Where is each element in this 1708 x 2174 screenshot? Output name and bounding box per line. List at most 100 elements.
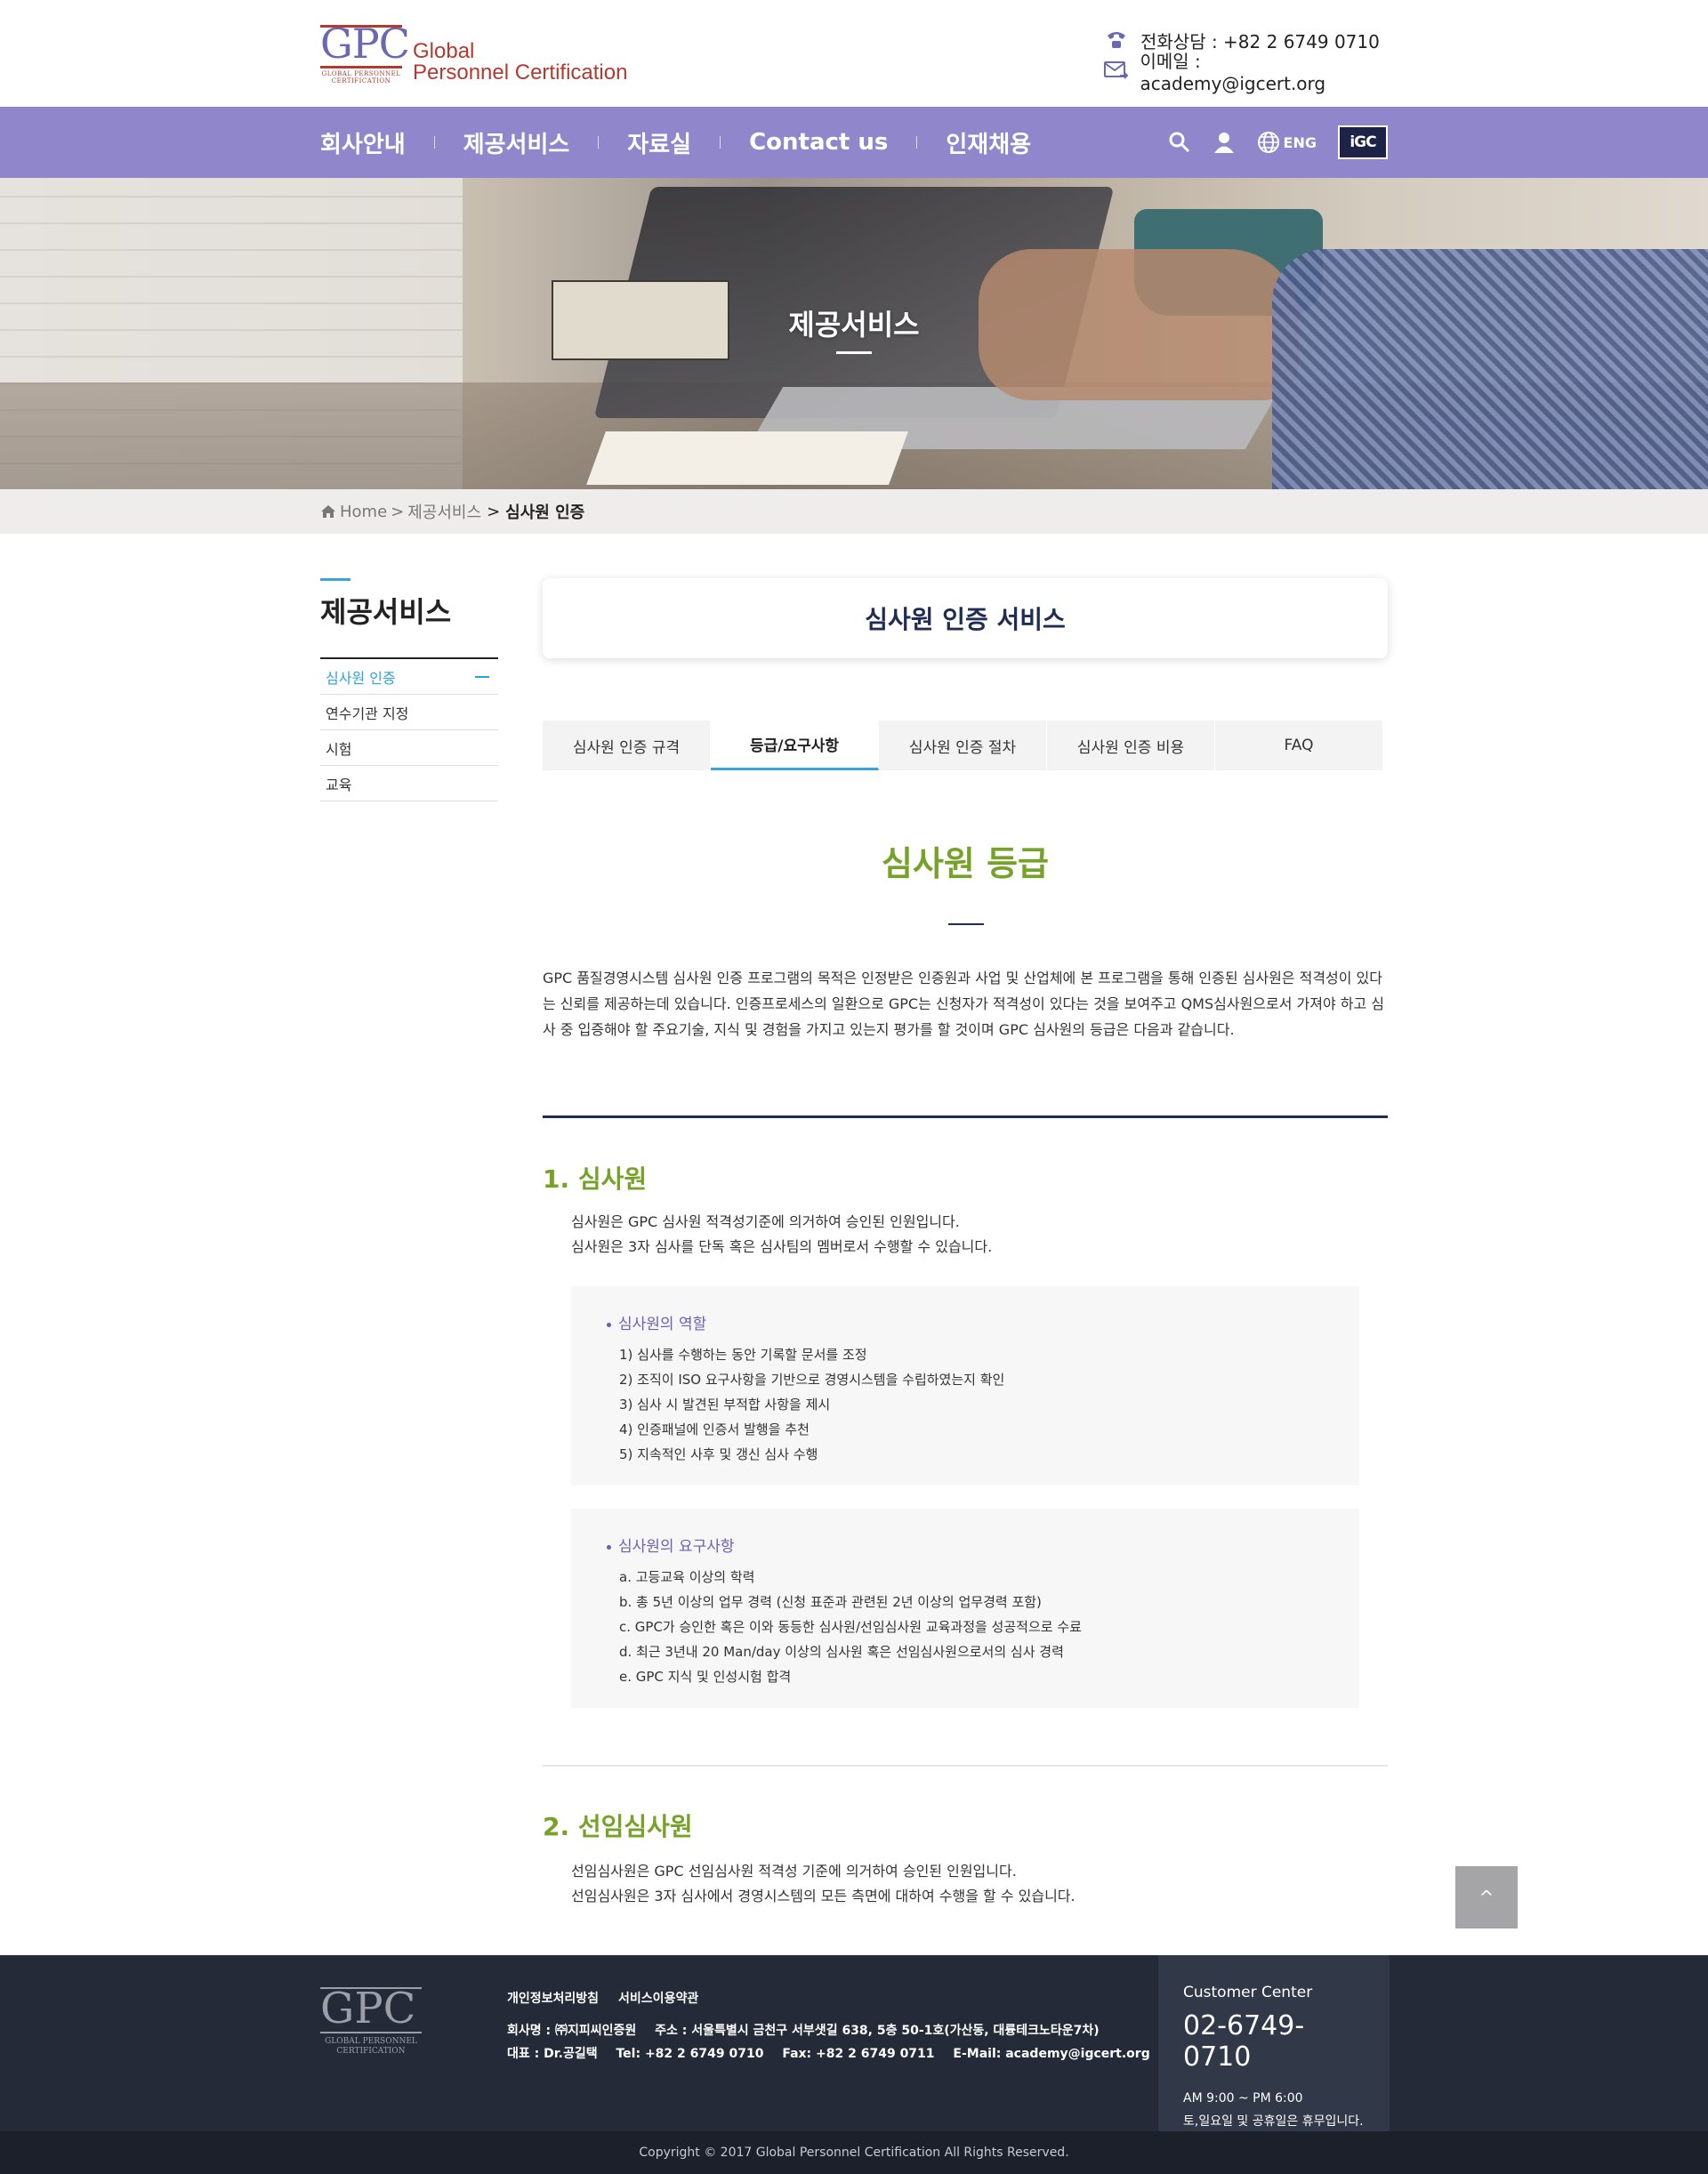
breadcrumb: Home > 제공서비스 > 심사원 인증 <box>0 489 1708 534</box>
logo-mark-text: GPC <box>320 20 410 68</box>
hero-sleeve <box>1272 249 1708 489</box>
home-icon[interactable] <box>320 504 336 519</box>
requirement-item: d. 최근 3년내 20 Man/day 이상의 심사원 혹은 선임심사원으로서… <box>619 1644 1064 1660</box>
footer-logo-sub: GLOBAL PERSONNEL CERTIFICATION <box>325 2037 417 2056</box>
site-logo[interactable]: GPC GLOBAL PERSONNEL CERTIFICATION Globa… <box>320 20 627 85</box>
sidebar-item-label: 시험 <box>326 740 352 758</box>
igc-logo-link[interactable]: iGC <box>1338 125 1388 159</box>
content-tabs: 심사원 인증 규격 등급/요구사항 심사원 인증 절차 심사원 인증 비용 FA… <box>543 721 1383 770</box>
breadcrumb-services[interactable]: 제공서비스 <box>407 500 481 523</box>
minus-icon <box>475 675 489 678</box>
logo-line-1: Global <box>413 39 475 63</box>
gpc-logo-mark: GPC GLOBAL PERSONNEL CERTIFICATION <box>320 20 410 85</box>
role-item: 5) 지속적인 사후 및 갱신 심사 수행 <box>619 1446 818 1462</box>
hours-line: 토,일요일 및 공휴일은 휴무입니다. <box>1183 2114 1364 2129</box>
language-label: ENG <box>1283 133 1317 151</box>
sidebar-item-auditor-certification[interactable]: 심사원 인증 <box>320 659 498 695</box>
email-text: 이메일 : academy@igcert.org <box>1140 50 1326 94</box>
sidebar-item-education[interactable]: 교육 <box>320 766 498 801</box>
customer-center-phone: 02-6749-0710 <box>1183 2010 1305 2073</box>
footer-company-info: 회사명 : ㈜지피씨인증원 주소 : 서울특별시 금천구 서부샛길 638, 5… <box>507 2019 1164 2065</box>
sidebar-item-label: 심사원 인증 <box>326 669 396 687</box>
bullet-icon <box>607 1322 611 1327</box>
customer-center-hours: AM 9:00 ~ PM 6:00 토,일요일 및 공휴일은 휴무입니다. <box>1183 2087 1365 2133</box>
nav-separator <box>433 136 435 149</box>
tab-procedure[interactable]: 심사원 인증 절차 <box>879 721 1047 770</box>
role-item: 4) 인증패널에 인증서 발행을 추천 <box>619 1421 810 1437</box>
tab-cost[interactable]: 심사원 인증 비용 <box>1047 721 1215 770</box>
search-icon[interactable] <box>1168 131 1191 154</box>
lead-auditor-desc-line: 선임심사원은 3자 심사에서 경영시스템의 모든 측면에 대하여 수행을 할 수… <box>571 1888 1076 1904</box>
sidebar-item-label: 교육 <box>326 776 352 793</box>
nav-item-services[interactable]: 제공서비스 <box>463 126 570 159</box>
sidebar-item-label: 연수기관 지정 <box>326 705 409 722</box>
section-title-underline <box>948 923 984 925</box>
requirement-item: b. 총 5년 이상의 업무 경력 (신청 표준과 관련된 2년 이상의 업무경… <box>619 1594 1042 1610</box>
footer-info-row: 대표 : Dr.공길택 Tel: +82 2 6749 0710 Fax: +8… <box>507 2042 1164 2065</box>
footer-logo[interactable]: GPC GLOBAL PERSONNEL CERTIFICATION <box>320 1987 422 2058</box>
contact-info: 전화상담 : +82 2 6749 0710 이메일 : academy@igc… <box>1103 25 1388 94</box>
nav-item-careers[interactable]: 인재채용 <box>946 126 1031 159</box>
hero-title: 제공서비스 <box>788 308 920 342</box>
footer-logo-rule-top <box>320 1987 422 1989</box>
breadcrumb-home[interactable]: Home <box>340 503 387 521</box>
footer-ceo: 대표 : Dr.공길택 <box>507 2047 598 2061</box>
page: GPC GLOBAL PERSONNEL CERTIFICATION Globa… <box>0 0 1708 2174</box>
sidebar-title: 제공서비스 <box>320 595 452 629</box>
logo-rule-bottom <box>320 66 402 68</box>
hero-banner: 제공서비스 <box>0 178 1708 489</box>
privacy-policy-link[interactable]: 개인정보처리방침 <box>507 1989 599 2007</box>
footer-logo-rule-bottom <box>320 2032 422 2033</box>
footer-logo-mark: GPC <box>320 1984 416 2033</box>
requirement-item: c. GPC가 승인한 혹은 이와 동등한 심사원/선임심사원 교육과정을 성공… <box>619 1619 1082 1635</box>
nav-menu: 회사안내 제공서비스 자료실 Contact us 인재채용 <box>320 107 1031 178</box>
role-item: 3) 심사 시 발견된 부적합 사항을 제시 <box>619 1397 831 1413</box>
globe-icon <box>1257 132 1279 153</box>
role-box-title-text: 심사원의 역할 <box>618 1316 707 1333</box>
breadcrumb-separator: > <box>391 502 405 521</box>
logo-wordmark: Global Personnel Certification <box>413 41 627 84</box>
hero-title-underline <box>836 351 872 354</box>
nav-item-resources[interactable]: 자료실 <box>627 126 691 159</box>
section-divider-light <box>543 1765 1388 1767</box>
mail-icon <box>1103 60 1130 81</box>
auditor-description: 심사원은 GPC 심사원 적격성기준에 의거하여 승인된 인원입니다. 심사원은… <box>571 1210 992 1260</box>
user-icon[interactable] <box>1213 131 1236 154</box>
nav-separator <box>720 136 721 149</box>
auditor-desc-line: 심사원은 GPC 심사원 적격성기준에 의거하여 승인된 인원입니다. <box>571 1213 960 1230</box>
scroll-to-top-button[interactable]: ^ <box>1455 1866 1518 1928</box>
nav-item-contact[interactable]: Contact us <box>749 129 888 156</box>
sidebar: 제공서비스 심사원 인증 연수기관 지정 시험 교육 <box>320 578 498 801</box>
footer-info-row: 회사명 : ㈜지피씨인증원 주소 : 서울특별시 금천구 서부샛길 638, 5… <box>507 2019 1164 2042</box>
section-title: 심사원 등급 <box>881 844 1050 883</box>
nav-separator <box>916 136 918 149</box>
language-button[interactable]: ENG <box>1257 131 1317 154</box>
email-contact[interactable]: 이메일 : academy@igcert.org <box>1103 51 1388 94</box>
role-item: 2) 조직이 ISO 요구사항을 기반으로 경영시스템을 수립하였는지 확인 <box>619 1372 1005 1388</box>
footer-email: E-Mail: academy@igcert.org <box>953 2047 1150 2061</box>
customer-center-label: Customer Center <box>1183 1984 1313 2001</box>
role-item: 1) 심사를 수행하는 동안 기록할 문서를 조정 <box>619 1347 867 1363</box>
breadcrumb-trail: Home > 제공서비스 > 심사원 인증 <box>320 489 584 534</box>
footer-fax: Fax: +82 2 6749 0711 <box>782 2047 935 2061</box>
sidebar-accent <box>320 578 350 581</box>
tab-faq[interactable]: FAQ <box>1215 721 1383 770</box>
footer-tel: Tel: +82 2 6749 0710 <box>616 2047 764 2061</box>
breadcrumb-separator: > <box>487 502 501 521</box>
hero-notebook <box>586 431 908 485</box>
sidebar-item-exam[interactable]: 시험 <box>320 730 498 766</box>
sidebar-menu: 심사원 인증 연수기관 지정 시험 교육 <box>320 657 498 801</box>
lead-auditor-heading: 2. 선임심사원 <box>543 1812 693 1841</box>
terms-of-service-link[interactable]: 서비스이용약관 <box>618 1989 698 2007</box>
requirement-box-title: 심사원의 요구사항 <box>607 1534 1324 1556</box>
tab-standards[interactable]: 심사원 인증 규격 <box>543 721 711 770</box>
section-divider <box>543 1115 1388 1118</box>
auditor-desc-line: 심사원은 3자 심사를 단독 혹은 심사팀의 멤버로서 수행할 수 있습니다. <box>571 1238 993 1255</box>
tab-grades-requirements[interactable]: 등급/요구사항 <box>711 721 879 770</box>
nav-separator <box>598 136 600 149</box>
logo-line-2: Personnel Certification <box>413 60 628 85</box>
nav-item-company[interactable]: 회사안내 <box>320 126 406 159</box>
copyright: Copyright © 2017 Global Personnel Certif… <box>0 2131 1708 2174</box>
sidebar-item-training-institute[interactable]: 연수기관 지정 <box>320 695 498 730</box>
breadcrumb-current: 심사원 인증 <box>505 503 585 522</box>
